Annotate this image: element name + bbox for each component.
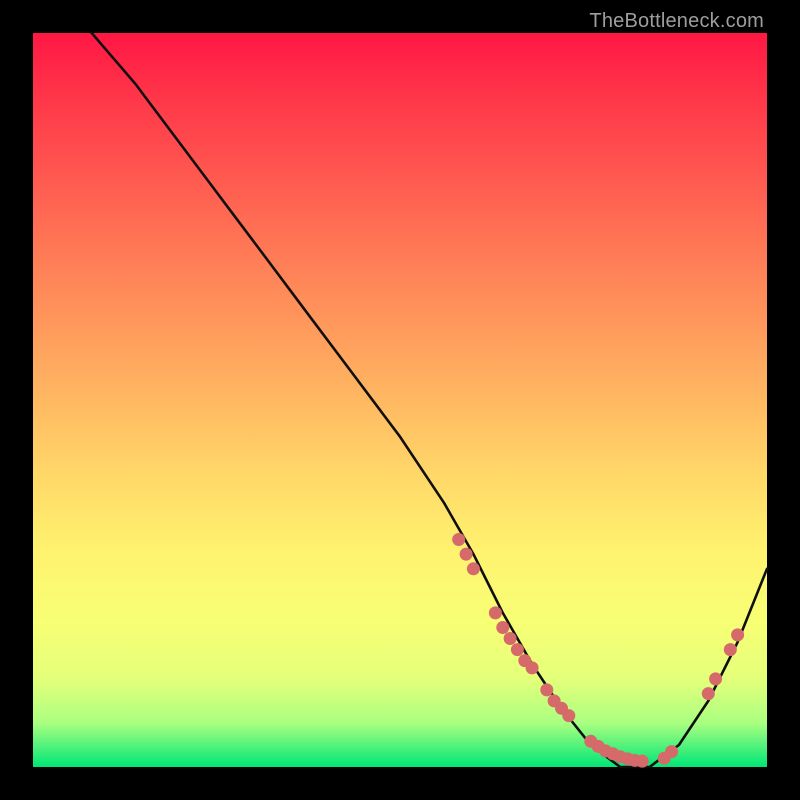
highlight-dot <box>731 628 744 641</box>
highlight-dot <box>709 672 722 685</box>
highlight-dot <box>562 709 575 722</box>
highlight-dot <box>526 661 539 674</box>
highlight-dot <box>496 621 509 634</box>
highlight-dot <box>511 643 524 656</box>
highlight-dots-group <box>452 533 744 768</box>
highlight-dot <box>724 643 737 656</box>
highlight-dot <box>452 533 465 546</box>
highlight-dot <box>540 683 553 696</box>
chart-plot-area <box>33 33 767 767</box>
highlight-dot <box>460 548 473 561</box>
highlight-dot <box>489 606 502 619</box>
chart-svg <box>33 33 767 767</box>
highlight-dot <box>702 687 715 700</box>
highlight-dot <box>467 562 480 575</box>
bottleneck-curve <box>92 33 767 767</box>
highlight-dot <box>504 632 517 645</box>
highlight-dot <box>665 745 678 758</box>
highlight-dot <box>636 755 649 768</box>
watermark-text: TheBottleneck.com <box>589 10 764 33</box>
